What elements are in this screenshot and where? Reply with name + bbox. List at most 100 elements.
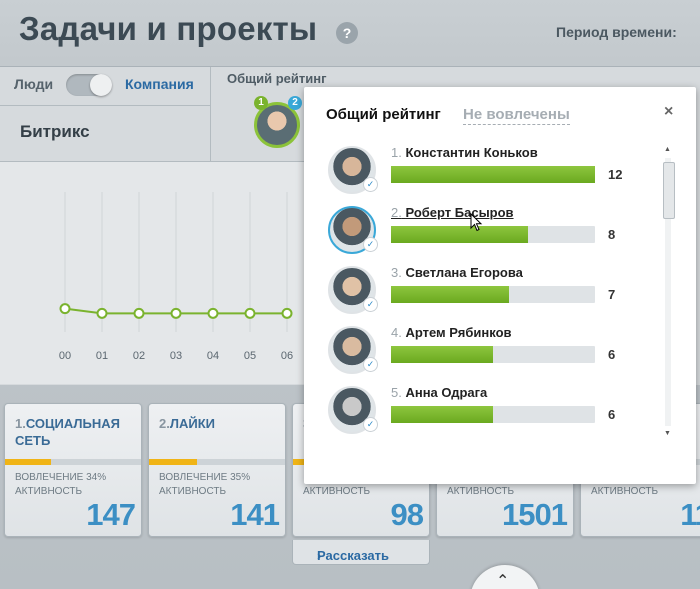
score-value: 7 [608,287,616,302]
chevron-right-icon: › [317,548,322,563]
scrollbar[interactable]: ▲ ▼ [661,144,675,440]
score-value: 8 [608,227,616,242]
chart-point[interactable] [207,307,219,319]
card-rank: 1. [15,416,26,431]
person-name[interactable]: 3. Светлана Егорова [391,265,523,280]
scroll-up-icon[interactable]: ▲ [664,146,671,153]
person-name-text[interactable]: Светлана Егорова [405,265,522,280]
activity-label: АКТИВНОСТЬ [591,486,659,497]
mouse-cursor-icon [470,213,483,232]
score-value: 12 [608,167,623,182]
activity-chart: 00 01 02 03 04 05 06 [0,162,310,384]
company-name: Битрикс [20,122,90,141]
rating-row: ✓ 3. Светлана Егорова 7 [304,259,674,319]
rating-popup: Общий рейтинг Не вовлечены × ✓ 1. Констан… [304,87,696,484]
rank-badge: 1 [254,96,268,110]
tab-not-involved[interactable]: Не вовлечены [463,106,570,125]
score-value: 6 [608,407,616,422]
chart-point[interactable] [281,307,293,319]
person-name-text[interactable]: Роберт Басыров [405,205,513,220]
rank-badge: 2 [288,96,302,110]
involvement-bar [5,459,141,465]
person-name[interactable]: 2. Роберт Басыров [391,205,514,220]
chart-point[interactable] [59,303,71,315]
x-tick-label: 05 [244,350,256,362]
person-rank: 5. [391,385,402,400]
person-name-text[interactable]: Константин Коньков [405,145,537,160]
activity-value: 11 [680,497,700,532]
activity-value: 1501 [502,497,568,532]
x-tick-label: 06 [281,350,293,362]
score-bar-fill [391,226,528,243]
scroll-down-icon[interactable]: ▼ [664,430,671,437]
x-tick-label: 04 [207,350,219,362]
period-label: Период времени: [556,24,677,40]
rating-row: ✓ 2. Роберт Басыров 8 [304,199,674,259]
overall-rating-label: Общий рейтинг [227,71,327,86]
page-title: Задачи и проекты [19,10,318,47]
person-name-text[interactable]: Анна Одрага [405,385,487,400]
involvement-text: ВОВЛЕЧЕНИЕ 35% [159,472,251,483]
page: Задачи и проекты ? Период времени: Люди … [0,0,700,589]
score-bar [391,166,595,183]
activity-label: АКТИВНОСТЬ [447,486,515,497]
tell-link-label[interactable]: Рассказать [317,548,389,563]
chart-point[interactable] [133,307,145,319]
divider [0,105,210,106]
chart-point[interactable] [170,307,182,319]
card-name: СОЦИАЛЬНАЯ СЕТЬ [15,416,120,448]
help-icon[interactable]: ? [336,22,358,44]
x-tick-label: 03 [170,350,182,362]
toggle-knob[interactable] [90,74,112,96]
card-title: 1.СОЦИАЛЬНАЯ СЕТЬ [15,415,137,449]
close-icon[interactable]: × [664,103,673,121]
tab-overall-rating[interactable]: Общий рейтинг [326,106,441,123]
chart-point[interactable] [96,307,108,319]
activity-label: АКТИВНОСТЬ [159,486,227,497]
person-rank: 3. [391,265,402,280]
chart-plot: 00 01 02 03 04 05 06 [59,192,293,362]
category-card[interactable]: 2.ЛАЙКИ ВОВЛЕЧЕНИЕ 35% АКТИВНОСТЬ 141 [148,403,286,537]
check-icon: ✓ [363,297,378,312]
person-name[interactable]: 4. Артем Рябинков [391,325,512,340]
score-bar [391,406,595,423]
person-rank: 4. [391,325,402,340]
activity-label: АКТИВНОСТЬ [15,486,83,497]
score-bar-fill [391,346,493,363]
x-tick-label: 01 [96,350,108,362]
activity-value: 141 [230,497,280,532]
card-title: 2.ЛАЙКИ [159,415,281,432]
activity-value: 147 [86,497,136,532]
company-label[interactable]: Компания [125,76,194,92]
rating-row: ✓ 4. Артем Рябинков 6 [304,319,674,379]
rating-row: ✓ 5. Анна Одрага 6 [304,379,674,439]
person-name[interactable]: 1. Константин Коньков [391,145,538,160]
person-name[interactable]: 5. Анна Одрага [391,385,487,400]
person-rank: 2. [391,205,402,220]
involvement-bar-fill [149,459,197,465]
activity-label: АКТИВНОСТЬ [303,486,371,497]
involvement-text: ВОВЛЕЧЕНИЕ 34% [15,472,107,483]
chevron-up-icon: ⌃ [496,573,510,589]
chart-point[interactable] [244,307,256,319]
activity-value: 98 [390,497,424,532]
score-value: 6 [608,347,616,362]
rating-row: ✓ 1. Константин Коньков 12 [304,139,674,199]
divider [210,67,211,162]
person-rank: 1. [391,145,402,160]
score-bar [391,346,595,363]
score-bar-fill [391,286,510,303]
involvement-bar [149,459,285,465]
collapse-button[interactable]: ⌃ [470,565,540,589]
rating-list: ✓ 1. Константин Коньков 12 ✓ 2. Роберт Басыр… [304,139,674,439]
tell-link[interactable]: Рассказать › [292,540,430,565]
x-tick-label: 02 [133,350,145,362]
person-name-text[interactable]: Артем Рябинков [405,325,511,340]
involvement-bar-fill [5,459,52,465]
check-icon: ✓ [363,177,378,192]
category-card[interactable]: 1.СОЦИАЛЬНАЯ СЕТЬ ВОВЛЕЧЕНИЕ 34% АКТИВНОСТ… [4,403,142,537]
score-bar-fill [391,166,595,183]
people-label[interactable]: Люди [14,76,53,92]
scroll-thumb[interactable] [663,162,675,219]
score-bar-fill [391,406,493,423]
